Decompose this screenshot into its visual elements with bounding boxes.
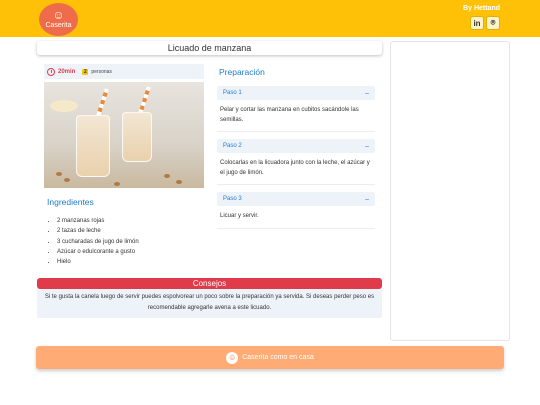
step-text: Colocarlas en la licuadora junto con la … bbox=[217, 153, 375, 185]
collapse-icon[interactable]: – bbox=[365, 90, 369, 97]
almond bbox=[64, 178, 70, 182]
linkedin-icon[interactable]: in bbox=[470, 16, 484, 30]
chef-icon: ☺ bbox=[52, 8, 65, 22]
caserita-logo[interactable]: ☺ Caserita bbox=[39, 3, 78, 36]
step-header[interactable]: Paso 2 – bbox=[217, 139, 375, 153]
recipe-photo bbox=[44, 82, 204, 188]
social-links: in ⌾ bbox=[470, 16, 500, 30]
list-item: Azúcar o edulcorante a gusto bbox=[57, 247, 139, 257]
step-3: Paso 3 – Licuar y servir. bbox=[217, 192, 375, 229]
step-label: Paso 2 bbox=[223, 143, 242, 149]
almond bbox=[56, 172, 62, 176]
clock-icon bbox=[47, 67, 55, 76]
author-credit: By Hettand bbox=[463, 5, 500, 12]
people-count-badge: 2 bbox=[82, 68, 89, 75]
list-item: 2 manzanas rojas bbox=[57, 216, 139, 226]
list-item: 3 cucharadas de jugo de limón bbox=[57, 237, 139, 247]
ingredients-title: Ingredientes bbox=[47, 197, 94, 207]
github-icon[interactable]: ⌾ bbox=[486, 16, 500, 30]
tips-title: Consejos bbox=[37, 278, 382, 289]
step-1: Paso 1 – Pelar y cortar las manzana en c… bbox=[217, 86, 375, 132]
almond bbox=[164, 174, 170, 178]
prep-time: 20min bbox=[58, 68, 76, 75]
footer-text[interactable]: Caserita como en casa bbox=[242, 354, 314, 361]
collapse-icon[interactable]: – bbox=[365, 196, 369, 203]
tips-text: Si te gusta la canela luego de servir pu… bbox=[37, 289, 382, 318]
step-2: Paso 2 – Colocarlas en la licuadora junt… bbox=[217, 139, 375, 185]
recipe-meta: 20min 2 personas bbox=[44, 64, 204, 79]
step-label: Paso 1 bbox=[223, 90, 242, 96]
preparation-title: Preparación bbox=[219, 67, 265, 77]
recipe-title: Licuado de manzana bbox=[37, 41, 382, 55]
collapse-icon[interactable]: – bbox=[365, 143, 369, 150]
ingredients-list: 2 manzanas rojas 2 tazas de leche 3 cuch… bbox=[49, 216, 139, 267]
top-navbar: ☺ Caserita By Hettand in ⌾ bbox=[0, 0, 540, 37]
smoothie-jar bbox=[76, 115, 110, 177]
logo-text: Caserita bbox=[45, 22, 72, 29]
footer-bar: ☺ Caserita como en casa bbox=[36, 346, 504, 369]
step-text: Pelar y cortar las manzana en cubitos sa… bbox=[217, 100, 375, 132]
smoothie-jar bbox=[122, 112, 152, 162]
step-header[interactable]: Paso 1 – bbox=[217, 86, 375, 100]
people-label: personas bbox=[91, 68, 112, 75]
list-item: 2 tazas de leche bbox=[57, 226, 139, 236]
step-header[interactable]: Paso 3 – bbox=[217, 192, 375, 206]
step-label: Paso 3 bbox=[223, 196, 242, 202]
almond bbox=[114, 182, 120, 186]
step-text: Licuar y servir. bbox=[217, 206, 375, 229]
sidebar-panel bbox=[390, 41, 510, 341]
banana-slice bbox=[50, 100, 78, 112]
chef-icon: ☺ bbox=[226, 351, 239, 364]
almond bbox=[176, 180, 182, 184]
list-item: Hielo bbox=[57, 257, 139, 267]
